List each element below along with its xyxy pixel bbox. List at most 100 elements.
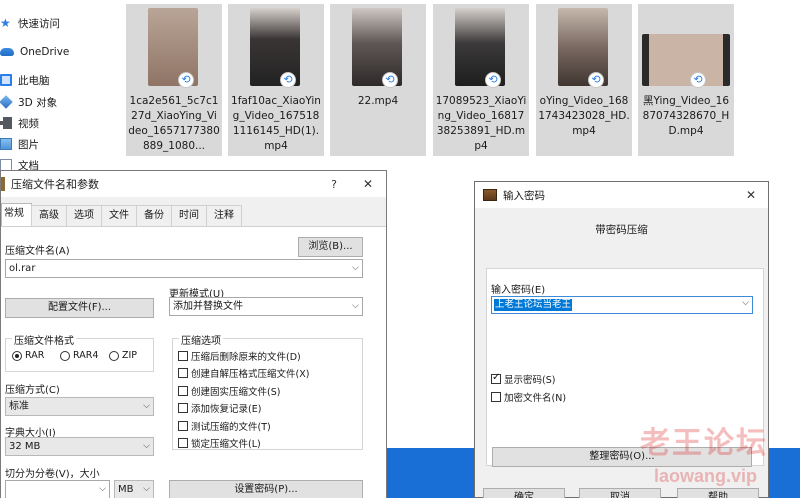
encrypt-names-checkbox[interactable]: 加密文件名(N) — [491, 390, 566, 404]
checkbox-label: 锁定压缩文件(L) — [191, 439, 261, 450]
dialog-titlebar: 压缩文件名和参数 ? ✕ — [1, 171, 386, 197]
3d-objects-icon — [0, 95, 13, 109]
checkbox-label: 加密文件名(N) — [504, 393, 567, 404]
archive-name-label: 压缩文件名(A) — [5, 246, 70, 257]
checkbox-box — [491, 392, 501, 402]
checkbox-label: 创建自解压格式压缩文件(X) — [191, 369, 310, 380]
group-title: 压缩选项 — [179, 332, 223, 347]
split-size-input[interactable]: ⌵ — [5, 480, 110, 498]
split-unit-value: MB — [118, 484, 134, 495]
format-rar4-radio[interactable]: RAR4 — [60, 350, 98, 361]
radio-label: RAR4 — [73, 350, 99, 361]
file-item[interactable]: ⟲ oYing_Video_1681743423028_HD.mp4 — [536, 4, 632, 156]
help-button[interactable]: 帮助 — [677, 488, 759, 498]
nav-item-label: OneDrive — [20, 46, 70, 58]
enter-password-label: 输入密码(E) — [491, 285, 546, 296]
close-icon[interactable]: ✕ — [350, 177, 386, 191]
profiles-button[interactable]: 配置文件(F)... — [5, 298, 154, 318]
tab-options[interactable]: 选项 — [66, 205, 102, 226]
nav-item-label: 快速访问 — [18, 17, 60, 30]
chevron-down-icon: ⌵ — [352, 301, 359, 311]
winrar-icon — [483, 189, 497, 201]
tab-files[interactable]: 文件 — [101, 205, 137, 226]
recovery-record-checkbox[interactable]: 添加恢复记录(E) — [178, 401, 261, 415]
file-name: 22.mp4 — [357, 95, 399, 107]
delete-after-checkbox[interactable]: 压缩后删除原来的文件(D) — [178, 349, 301, 363]
archive-name-input[interactable]: ol.rar ⌵ — [5, 259, 363, 278]
ok-button[interactable]: 确定 — [483, 488, 565, 498]
file-item[interactable]: ⟲ 22.mp4 — [330, 4, 426, 156]
chevron-down-icon: ⌵ — [352, 263, 359, 273]
file-name: oYing_Video_1681743423028_HD.mp4 — [538, 95, 630, 137]
winrar-icon — [1, 177, 5, 191]
file-name: 1faf10ac_XiaoYing_Video_1675181116145_HD… — [231, 95, 321, 152]
tab-general[interactable]: 常规 — [1, 203, 32, 226]
sync-icon: ⟲ — [588, 72, 604, 88]
radio-label: RAR — [25, 350, 45, 361]
pc-icon — [0, 74, 12, 86]
nav-item-quick-access[interactable]: ★ 快速访问 — [0, 13, 60, 33]
sync-icon: ⟲ — [280, 72, 296, 88]
checkbox-box — [178, 403, 188, 413]
dictionary-value: 32 MB — [9, 441, 41, 452]
checkbox-label: 添加恢复记录(E) — [191, 404, 262, 415]
tab-bar: 常规 高级 选项 文件 备份 时间 注释 — [1, 203, 242, 226]
nav-item-label: 视频 — [18, 117, 39, 130]
nav-item-label: 图片 — [18, 138, 39, 151]
checkbox-label: 测试压缩的文件(T) — [191, 422, 271, 433]
chevron-down-icon: ⌵ — [143, 401, 150, 411]
password-value: 上老王论坛当老王 — [494, 299, 573, 311]
test-files-checkbox[interactable]: 测试压缩的文件(T) — [178, 419, 271, 433]
checkbox-box — [178, 351, 188, 361]
dictionary-select[interactable]: 32 MB ⌵ — [5, 437, 154, 456]
help-icon[interactable]: ? — [318, 178, 350, 191]
method-select[interactable]: 标准 ⌵ — [5, 397, 154, 416]
video-folder-icon — [0, 117, 12, 129]
radio-dot — [12, 350, 22, 361]
checkbox-box — [491, 372, 501, 384]
archive-options-group: 压缩选项 压缩后删除原来的文件(D) 创建自解压格式压缩文件(X) 创建固实压缩… — [172, 332, 363, 450]
nav-item-videos[interactable]: 视频 — [0, 113, 39, 133]
checkbox-label: 显示密码(S) — [504, 375, 556, 386]
explorer-nav-pane: ★ 快速访问 OneDrive 此电脑 3D 对象 视频 图片 文档 — [0, 0, 122, 180]
tab-time[interactable]: 时间 — [171, 205, 207, 226]
set-password-button[interactable]: 设置密码(P)... — [169, 480, 363, 498]
chevron-down-icon: ⌵ — [143, 484, 150, 494]
tab-backup[interactable]: 备份 — [136, 205, 172, 226]
cloud-icon — [0, 48, 14, 56]
lock-archive-checkbox[interactable]: 锁定压缩文件(L) — [178, 436, 261, 450]
split-unit-select[interactable]: MB ⌵ — [114, 480, 154, 498]
close-icon[interactable]: ✕ — [734, 188, 768, 202]
tab-comment[interactable]: 注释 — [206, 205, 242, 226]
format-zip-radio[interactable]: ZIP — [109, 350, 137, 361]
radio-label: ZIP — [122, 350, 138, 361]
file-item[interactable]: ⟲ 黑Ying_Video_1687074328670_HD.mp4 — [638, 4, 734, 156]
format-rar-radio[interactable]: RAR — [12, 350, 44, 361]
nav-item-pictures[interactable]: 图片 — [0, 134, 39, 154]
file-item[interactable]: ⟲ 1ca2e561_5c7c127d_XiaoYing_Video_16571… — [126, 4, 222, 156]
password-input[interactable]: 上老王论坛当老王 ⌵ — [491, 296, 753, 314]
solid-checkbox[interactable]: 创建固实压缩文件(S) — [178, 384, 280, 398]
update-mode-select[interactable]: 添加并替换文件 ⌵ — [169, 297, 363, 316]
sfx-checkbox[interactable]: 创建自解压格式压缩文件(X) — [178, 366, 309, 380]
method-value: 标准 — [9, 401, 29, 412]
nav-item-3d-objects[interactable]: 3D 对象 — [0, 92, 57, 112]
sync-icon: ⟲ — [690, 72, 706, 88]
browse-button[interactable]: 浏览(B)... — [298, 237, 363, 257]
sync-icon: ⟲ — [382, 72, 398, 88]
method-label: 压缩方式(C) — [5, 385, 60, 396]
show-password-checkbox[interactable]: 显示密码(S) — [491, 372, 555, 386]
cancel-button[interactable]: 取消 — [579, 488, 661, 498]
watermark-text: 老王论坛 — [640, 426, 768, 461]
nav-item-this-pc[interactable]: 此电脑 — [0, 70, 50, 90]
tab-advanced[interactable]: 高级 — [31, 205, 67, 226]
dialog-titlebar: 输入密码 ✕ — [475, 182, 768, 208]
nav-item-onedrive[interactable]: OneDrive — [0, 42, 69, 62]
file-item[interactable]: ⟲ 17089523_XiaoYing_Video_1681738253891_… — [433, 4, 529, 156]
file-item[interactable]: ⟲ 1faf10ac_XiaoYing_Video_1675181116145_… — [228, 4, 324, 156]
update-mode-value: 添加并替换文件 — [173, 301, 243, 312]
chevron-down-icon: ⌵ — [99, 484, 106, 494]
sync-icon: ⟲ — [178, 72, 194, 88]
pictures-folder-icon — [0, 138, 12, 150]
archive-name-value: ol.rar — [9, 263, 36, 274]
